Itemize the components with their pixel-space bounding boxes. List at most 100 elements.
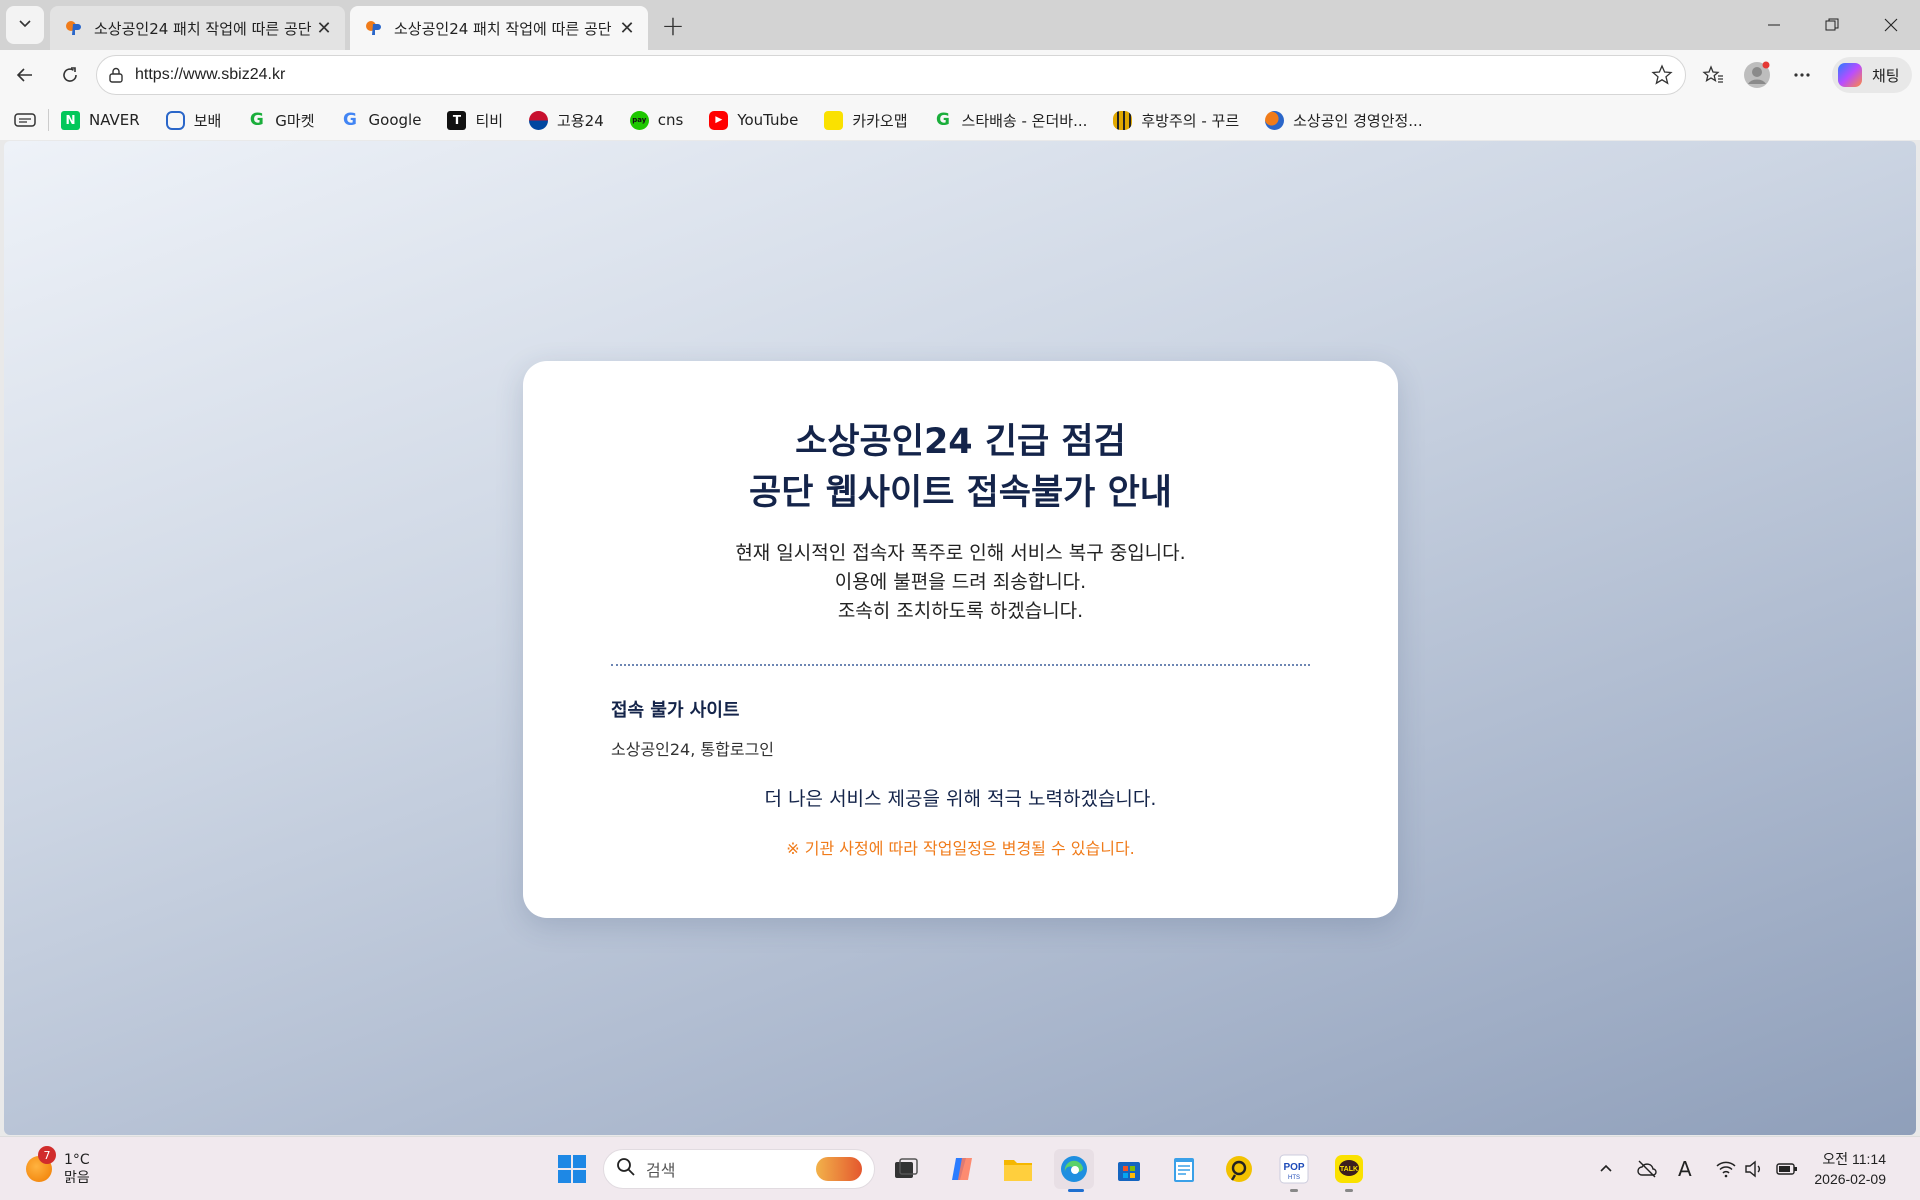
tab-title: 소상공인24 패치 작업에 따른 공단 [394, 19, 612, 38]
weather-sun-icon: 7 [26, 1146, 56, 1182]
description: 현재 일시적인 접속자 폭주로 인해 서비스 복구 중입니다. 이용에 불편을 … [611, 539, 1310, 626]
google-icon: G [343, 110, 358, 130]
bookmark-label: G마켓 [275, 111, 315, 130]
bookmark-item[interactable]: G 스타배송 - 온더바... [934, 110, 1088, 131]
section-body: 소상공인24, 통합로그인 [611, 740, 775, 759]
profile-avatar[interactable] [1741, 59, 1773, 91]
svg-text:HTS: HTS [1288, 1175, 1300, 1181]
ime-indicator[interactable]: A [1678, 1137, 1692, 1200]
url-text[interactable]: https://www.sbiz24.kr [135, 66, 285, 84]
bookmark-item[interactable]: G Google [341, 110, 422, 130]
reading-list-icon[interactable] [14, 111, 36, 129]
lock-icon[interactable] [107, 66, 125, 88]
search-icon [616, 1157, 636, 1181]
tab-actions-button[interactable] [6, 6, 44, 44]
korea-icon [529, 110, 549, 130]
copilot-chat-button[interactable]: 채팅 [1832, 57, 1912, 93]
pop-hts-icon[interactable]: POP HTS [1274, 1149, 1314, 1189]
minimize-button[interactable] [1745, 0, 1803, 50]
close-tab-icon[interactable]: ✕ [313, 18, 335, 39]
weather-temp: 1°C [64, 1152, 90, 1168]
page-title: 소상공인24 긴급 점검 공단 웹사이트 접속불가 안내 [611, 417, 1310, 519]
back-button[interactable] [7, 57, 43, 93]
bookmark-item[interactable]: 카카오맵 [824, 110, 908, 131]
task-view-icon[interactable] [886, 1149, 926, 1189]
naver-icon: N [61, 110, 80, 130]
close-window-button[interactable] [1862, 0, 1920, 50]
tab-active[interactable]: 소상공인24 패치 작업에 따른 공단 ✕ [350, 6, 648, 50]
new-tab-button[interactable]: + [656, 8, 690, 42]
bookmark-label: 스타배송 - 온더바... [961, 111, 1088, 130]
search-highlight-icon [816, 1157, 862, 1181]
bookmark-label: 보배 [193, 111, 222, 130]
bookmark-item[interactable]: N NAVER [61, 110, 140, 130]
tab-title: 소상공인24 패치 작업에 따른 공단 [94, 19, 312, 38]
copilot-icon [1838, 63, 1862, 87]
sbiz-icon [1265, 110, 1285, 130]
page-viewport: 소상공인24 긴급 점검 공단 웹사이트 접속불가 안내 현재 일시적인 접속자… [4, 141, 1916, 1135]
desc-line-3: 조속히 조치하도록 하겠습니다. [837, 600, 1084, 622]
section-title: 접속 불가 사이트 [611, 700, 740, 721]
refresh-button[interactable] [52, 57, 88, 93]
weather-badge: 7 [38, 1146, 56, 1164]
desc-line-1: 현재 일시적인 접속자 폭주로 인해 서비스 복구 중입니다. [735, 542, 1186, 564]
title-line-2: 공단 웹사이트 접속불가 안내 [749, 473, 1172, 513]
more-menu-icon[interactable] [1786, 59, 1818, 91]
bookmark-item[interactable]: 보배 [165, 110, 222, 131]
running-indicator [1290, 1189, 1298, 1192]
bookmarks-bar: N NAVER 보배 G G마켓 G Google T 티비 고용24 pay cns ▶ YouTube… [0, 100, 1920, 140]
bookmark-item[interactable]: ▶ YouTube [709, 110, 798, 130]
favorite-star-icon[interactable] [1651, 64, 1673, 90]
chevron-down-icon [17, 15, 33, 35]
bookmark-label: 고용24 [557, 111, 604, 130]
bookmark-item[interactable]: 후방주의 - 꾸르 [1113, 110, 1239, 131]
taskbar-search[interactable]: 검색 [603, 1149, 875, 1189]
clock-date: 2026-02-09 [1814, 1171, 1886, 1187]
tab-inactive[interactable]: 소상공인24 패치 작업에 따른 공단 ✕ [50, 6, 345, 50]
bookmark-label: 티비 [475, 111, 504, 130]
schedule-notice: ※ 기관 사정에 따라 작업일정은 변경될 수 있습니다. [786, 839, 1135, 858]
weather-widget[interactable]: 7 1°C 맑음 [26, 1146, 90, 1187]
closing-text: 더 나은 서비스 제공을 위해 적극 노력하겠습니다. [764, 788, 1157, 810]
kakao-helper-icon[interactable] [1219, 1149, 1259, 1189]
cloud-sync-off-icon[interactable] [1636, 1137, 1658, 1200]
copilot-app-icon[interactable] [942, 1149, 982, 1189]
close-tab-icon[interactable]: ✕ [616, 18, 638, 39]
notice-card: 소상공인24 긴급 점검 공단 웹사이트 접속불가 안내 현재 일시적인 접속자… [523, 361, 1398, 918]
running-indicator [1345, 1189, 1353, 1192]
battery-icon[interactable] [1776, 1137, 1798, 1200]
bookmark-label: Google [368, 111, 422, 129]
pay-icon: pay [629, 110, 649, 130]
kakaotalk-icon[interactable]: TALK [1329, 1149, 1369, 1189]
microsoft-store-icon[interactable] [1109, 1149, 1149, 1189]
bookmark-label: 후방주의 - 꾸르 [1141, 111, 1240, 130]
start-button[interactable] [552, 1149, 592, 1189]
weather-condition: 맑음 [64, 1170, 90, 1186]
system-clock[interactable]: 오전 11:14 2026-02-09 [1814, 1149, 1886, 1189]
volume-icon[interactable] [1744, 1137, 1764, 1200]
bookmark-item[interactable]: G G마켓 [247, 110, 315, 131]
sbiz-favicon-icon [364, 19, 382, 37]
g-icon: G [936, 110, 950, 130]
search-placeholder: 검색 [646, 1161, 676, 1180]
edge-browser-icon[interactable] [1054, 1149, 1094, 1189]
bookmark-item[interactable]: 고용24 [529, 110, 604, 131]
title-line-1: 소상공인24 긴급 점검 [795, 422, 1126, 462]
svg-text:TALK: TALK [1340, 1166, 1358, 1173]
show-hidden-icons[interactable] [1598, 1137, 1614, 1200]
kakaomap-icon [824, 110, 844, 130]
wifi-icon[interactable] [1716, 1137, 1736, 1200]
bookmarks-divider [48, 109, 49, 131]
bookmark-item[interactable]: pay cns [629, 110, 683, 130]
taskbar: 7 1°C 맑음 검색 POP HTS TALK A 오전 11:14 2026… [0, 1136, 1920, 1200]
dotted-divider [611, 664, 1310, 666]
file-explorer-icon[interactable] [998, 1149, 1038, 1189]
favorites-icon[interactable] [1697, 59, 1729, 91]
restore-button[interactable] [1803, 0, 1861, 50]
address-bar[interactable]: https://www.sbiz24.kr [96, 55, 1686, 95]
notepad-icon[interactable] [1164, 1149, 1204, 1189]
bookmark-label: 소상공인 경영안정... [1293, 111, 1423, 130]
bookmark-item[interactable]: 소상공인 경영안정... [1265, 110, 1423, 131]
bookmark-item[interactable]: T 티비 [447, 110, 503, 131]
youtube-icon: ▶ [709, 110, 729, 130]
